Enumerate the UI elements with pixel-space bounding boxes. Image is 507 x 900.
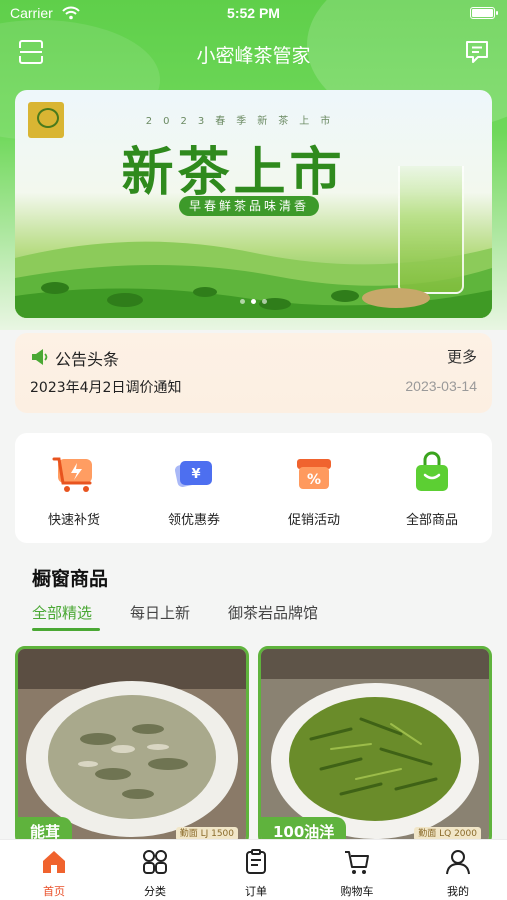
- notice-panel[interactable]: 公告头条 更多 2023年4月2日调价通知 2023-03-14: [15, 333, 492, 413]
- product-price: 勤面 LJ 1500: [175, 827, 238, 841]
- battery-icon: [470, 7, 498, 19]
- showcase-title: 橱窗商品: [32, 568, 109, 590]
- product-card[interactable]: 能茸 勤面 LJ 1500: [15, 646, 249, 846]
- tabbar-label: 分类: [144, 885, 166, 898]
- tabbar-orders[interactable]: 订单: [216, 848, 296, 899]
- promotion-gift-icon: %: [297, 459, 331, 489]
- tabbar-label: 首页: [43, 885, 65, 898]
- tabbar-home[interactable]: 首页: [14, 848, 94, 899]
- quick-action-promotions[interactable]: % 促销活动: [259, 449, 369, 528]
- quick-actions: 快速补货 ¥ 领优惠券 % 促销活动 全部商品: [15, 433, 492, 543]
- quick-action-label: 全部商品: [405, 513, 458, 528]
- restock-cart-icon: [52, 457, 92, 492]
- tabbar-label: 订单: [245, 885, 267, 898]
- tabbar-category[interactable]: 分类: [115, 848, 195, 899]
- promo-banner[interactable]: 2023春季新茶上市 新茶上市 早春鲜茶品味清香: [15, 90, 492, 318]
- notice-title: 公告头条: [55, 350, 120, 369]
- tabbar-cart[interactable]: 购物车: [317, 848, 397, 899]
- clock: 5:52 PM: [227, 5, 280, 21]
- shopping-bag-icon: [416, 451, 448, 491]
- order-icon: [246, 849, 266, 874]
- tab-daily-new[interactable]: 每日上新: [130, 602, 190, 623]
- tab-brand-hall[interactable]: 御茶岩品牌馆: [228, 602, 318, 623]
- svg-text:¥: ¥: [191, 467, 200, 482]
- cart-icon: [345, 851, 369, 874]
- profile-icon: [446, 850, 470, 875]
- quick-action-restock[interactable]: 快速补货: [19, 449, 129, 528]
- quick-action-label: 领优惠券: [167, 513, 220, 528]
- tab-featured[interactable]: 全部精选: [32, 602, 92, 623]
- product-image: [18, 649, 246, 843]
- top-nav: 小密峰茶管家: [0, 33, 507, 73]
- category-icon: [143, 850, 167, 874]
- speaker-icon: [32, 349, 48, 365]
- bottom-tab-bar: 首页 分类 订单 购物车 我的: [0, 840, 507, 900]
- banner-year-line: 2023春季新茶上市: [145, 116, 342, 127]
- quick-action-label: 快速补货: [47, 513, 100, 528]
- tea-plate-illustration: [362, 288, 430, 308]
- message-button[interactable]: [464, 39, 490, 65]
- quick-action-label: 促销活动: [287, 513, 340, 528]
- notice-more-link[interactable]: 更多: [447, 346, 477, 367]
- quick-action-coupons[interactable]: ¥ 领优惠券: [139, 449, 249, 528]
- product-price: 勤面 LQ 2000: [414, 827, 481, 841]
- tabbar-profile[interactable]: 我的: [418, 848, 498, 899]
- tea-glass-illustration: [398, 166, 464, 294]
- app-title: 小密峰茶管家: [196, 45, 311, 67]
- tabbar-label: 我的: [447, 885, 469, 898]
- coupon-icon: ¥: [174, 461, 212, 487]
- active-tab-indicator: [32, 628, 100, 631]
- carousel-indicator: [15, 299, 492, 304]
- message-icon: [466, 41, 488, 63]
- product-image: [261, 649, 489, 843]
- home-icon: [43, 851, 65, 873]
- tabbar-label: 购物车: [340, 885, 374, 898]
- notice-date: 2023-03-14: [405, 378, 477, 394]
- status-bar: Carrier 5:52 PM: [0, 0, 507, 28]
- svg-text:%: %: [307, 472, 321, 488]
- quick-action-all-products[interactable]: 全部商品: [377, 449, 487, 528]
- product-card[interactable]: 100油洋 勤面 LQ 2000: [258, 646, 492, 846]
- notice-message[interactable]: 2023年4月2日调价通知: [30, 377, 181, 397]
